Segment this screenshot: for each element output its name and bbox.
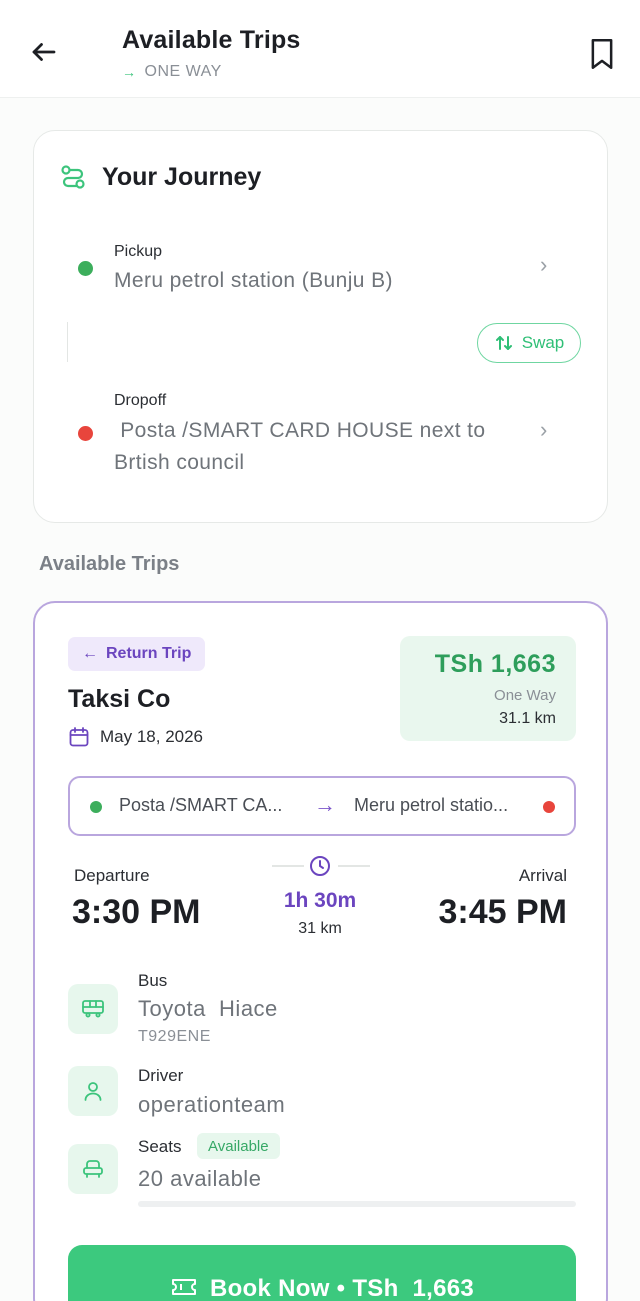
duration-distance: 31 km — [298, 920, 342, 937]
route-from: Posta /SMART CA... — [119, 795, 283, 815]
pickup-label: Pickup — [114, 243, 163, 260]
route-connector — [67, 322, 68, 362]
departure-label: Departure — [74, 866, 150, 885]
section-title: Available Trips — [39, 553, 180, 575]
arrow-left-icon — [32, 43, 56, 61]
page-title: Available Trips — [122, 26, 301, 54]
return-trip-label: Return Trip — [106, 645, 192, 662]
back-button[interactable] — [24, 32, 64, 72]
clock-icon — [308, 854, 332, 883]
calendar-icon — [69, 727, 89, 747]
company-name: Taksi Co — [68, 685, 171, 713]
chevron-right-icon: › — [540, 417, 548, 442]
driver-name: operationteam — [138, 1092, 286, 1117]
journey-card: Your Journey Pickup Meru petrol station … — [33, 130, 608, 523]
bus-icon — [68, 984, 118, 1034]
book-now-label: Book Now • TSh 1,663 — [209, 1275, 475, 1301]
bookmark-icon — [591, 39, 613, 69]
chevron-right-icon: › — [540, 252, 548, 277]
bus-plate: T929ENE — [138, 1028, 211, 1045]
dropoff-label: Dropoff — [114, 392, 167, 409]
seats-available: 20 available — [138, 1166, 262, 1191]
dropoff-dot — [78, 426, 93, 441]
trip-mode-label: ONE WAY — [144, 63, 222, 80]
ticket-icon — [171, 1279, 196, 1295]
route-summary: Posta /SMART CA... → Meru petrol statio.… — [68, 776, 576, 836]
availability-badge: Available — [197, 1133, 280, 1159]
arrow-right-icon: → — [314, 792, 336, 817]
arrow-left-icon: ← — [82, 645, 98, 662]
trip-price: TSh 1,663 — [434, 650, 556, 678]
app-header: Available Trips → ONE WAY — [0, 0, 640, 98]
destination-dot — [543, 801, 555, 813]
bus-label: Bus — [138, 971, 168, 990]
journey-title: Your Journey — [102, 163, 262, 191]
origin-dot — [90, 801, 102, 813]
user-icon — [68, 1066, 118, 1116]
route-icon — [60, 164, 86, 195]
pickup-value: Meru petrol station (Bunju B) — [114, 269, 393, 292]
dropoff-value: Posta /SMART CARD HOUSE next to Brtish c… — [114, 419, 492, 474]
departure-time: 3:30 PM — [72, 893, 201, 931]
trip-duration: 1h 30m — [283, 889, 357, 912]
book-now-button[interactable]: Book Now • TSh 1,663 — [68, 1245, 576, 1301]
trip-date-value: May 18, 2026 — [100, 727, 204, 746]
duration-line — [272, 865, 304, 867]
trip-date: May 18, 2026 — [68, 726, 203, 748]
return-trip-badge[interactable]: ← Return Trip — [68, 637, 206, 671]
bus-model: Toyota Hiace — [138, 996, 278, 1021]
seats-progress-bar — [138, 1201, 576, 1207]
trip-distance: 31.1 km — [499, 710, 556, 727]
trip-mode: → ONE WAY — [122, 63, 222, 81]
arrival-label: Arrival — [518, 866, 567, 885]
swap-vertical-icon — [495, 336, 512, 350]
trip-type: One Way — [494, 687, 556, 704]
swap-label: Swap — [521, 333, 565, 352]
arrival-time: 3:45 PM — [438, 893, 568, 931]
pickup-dot — [78, 261, 93, 276]
trip-card[interactable]: ← Return Trip Taksi Co May 18, 2026 TSh … — [33, 601, 608, 1301]
arrow-right-icon: → — [122, 64, 137, 80]
swap-button[interactable]: Swap — [477, 323, 581, 363]
price-box: TSh 1,663 One Way 31.1 km — [400, 636, 576, 741]
seat-icon — [68, 1144, 118, 1194]
duration-line — [338, 865, 370, 867]
seats-label: Seats — [138, 1137, 182, 1156]
route-to: Meru petrol statio... — [354, 795, 509, 815]
driver-label: Driver — [138, 1066, 184, 1085]
bookmark-button[interactable] — [582, 34, 622, 74]
